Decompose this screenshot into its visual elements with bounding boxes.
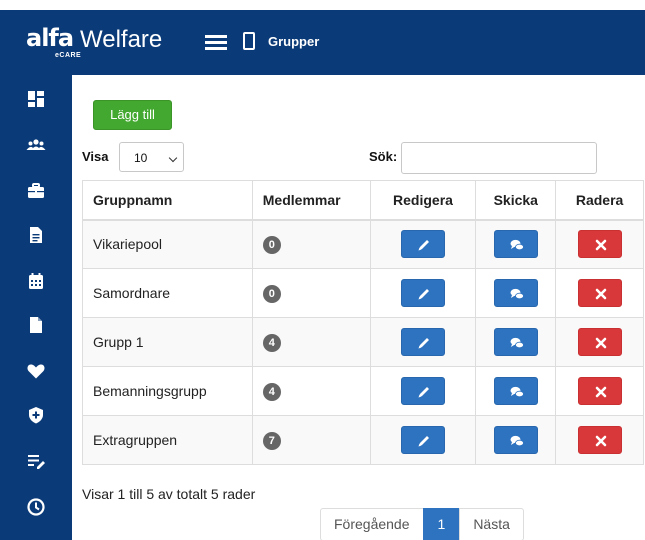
table-info: Visar 1 till 5 av totalt 5 rader xyxy=(82,486,256,502)
show-entries-label: Visa xyxy=(82,149,109,164)
edit-group-button[interactable] xyxy=(400,230,445,259)
send-message-button[interactable] xyxy=(493,328,538,356)
dashboard-icon[interactable] xyxy=(26,89,46,109)
col-header-delete: Radera xyxy=(555,180,644,221)
calendar-icon[interactable] xyxy=(26,271,46,291)
search-input[interactable] xyxy=(401,142,597,174)
delete-cell xyxy=(555,366,644,416)
group-name-cell: Vikariepool xyxy=(82,219,253,269)
sidebar xyxy=(0,75,72,540)
users-icon[interactable] xyxy=(26,135,46,155)
pagination-next-button[interactable]: Nästa xyxy=(459,508,524,540)
edit-cell xyxy=(369,219,477,269)
table-body: Vikariepool 0 Samordnare 0 Grupp 1 4 Bemanning… xyxy=(82,219,644,465)
send-message-button[interactable] xyxy=(493,279,538,307)
members-count-badge: 0 xyxy=(262,284,281,303)
show-entries-value: 10 xyxy=(134,151,148,165)
delete-group-button[interactable] xyxy=(577,377,622,405)
menu-toggle-icon[interactable] xyxy=(205,33,227,51)
pagination-prev-button[interactable]: Föregående xyxy=(320,508,424,540)
mobile-phone-icon xyxy=(243,32,255,50)
pagination-page-1[interactable]: 1 xyxy=(422,508,461,540)
edit-cell xyxy=(369,366,477,416)
clock-icon[interactable] xyxy=(26,497,46,517)
send-cell xyxy=(475,317,557,367)
table-row: Vikariepool 0 xyxy=(82,219,644,269)
delete-group-button[interactable] xyxy=(577,279,622,307)
edit-group-button[interactable] xyxy=(400,279,445,307)
add-group-button[interactable]: Lägg till xyxy=(93,100,172,130)
send-cell xyxy=(475,366,557,416)
members-count-badge: 4 xyxy=(262,333,281,352)
logo-ecare-text: eCARE xyxy=(55,52,82,59)
document-icon[interactable] xyxy=(26,225,46,245)
group-name-cell: Extragruppen xyxy=(82,415,253,465)
members-count-badge: 0 xyxy=(262,235,281,254)
edit-cell xyxy=(369,415,477,465)
page-title: Grupper xyxy=(268,34,320,49)
group-name-cell: Samordnare xyxy=(82,268,253,318)
edit-cell xyxy=(369,317,477,367)
send-message-button[interactable] xyxy=(493,377,538,405)
group-name-cell: Bemanningsgrupp xyxy=(82,366,253,416)
members-cell: 4 xyxy=(251,317,371,367)
table-row: Bemanningsgrupp 4 xyxy=(82,366,644,416)
send-message-button[interactable] xyxy=(493,426,538,454)
members-count-badge: 4 xyxy=(262,382,281,401)
members-count-badge: 7 xyxy=(262,431,281,450)
main-content: Lägg till Visa 10 Sök: Gruppnamn Medlemm… xyxy=(72,75,645,540)
delete-cell xyxy=(555,415,644,465)
col-header-send: Skicka xyxy=(475,180,557,221)
delete-cell xyxy=(555,219,644,269)
heart-icon[interactable] xyxy=(26,361,46,381)
col-header-members[interactable]: Medlemmar xyxy=(251,180,371,221)
delete-group-button[interactable] xyxy=(577,328,622,356)
members-cell: 0 xyxy=(251,268,371,318)
search-label: Sök: xyxy=(369,149,398,164)
edit-group-button[interactable] xyxy=(400,328,445,356)
col-header-edit: Redigera xyxy=(369,180,477,221)
list-edit-icon[interactable] xyxy=(26,451,46,471)
delete-group-button[interactable] xyxy=(577,230,622,259)
members-cell: 0 xyxy=(251,219,371,269)
groups-table: Gruppnamn Medlemmar Redigera Skicka Rade… xyxy=(82,180,644,465)
edit-cell xyxy=(369,268,477,318)
chevron-down-icon xyxy=(168,153,178,163)
table-row: Extragruppen 7 xyxy=(82,415,644,465)
shield-plus-icon[interactable] xyxy=(26,405,46,425)
edit-group-button[interactable] xyxy=(400,377,445,405)
edit-group-button[interactable] xyxy=(400,426,445,454)
col-header-name[interactable]: Gruppnamn xyxy=(82,180,253,221)
send-cell xyxy=(475,415,557,465)
members-cell: 4 xyxy=(251,366,371,416)
table-header-row: Gruppnamn Medlemmar Redigera Skicka Rade… xyxy=(82,180,644,221)
send-cell xyxy=(475,219,557,269)
send-cell xyxy=(475,268,557,318)
send-message-button[interactable] xyxy=(493,230,538,259)
table-row: Samordnare 0 xyxy=(82,268,644,318)
table-row: Grupp 1 4 xyxy=(82,317,644,367)
pagination: Föregående 1 Nästa xyxy=(320,508,524,540)
delete-cell xyxy=(555,268,644,318)
delete-group-button[interactable] xyxy=(577,426,622,454)
briefcase-icon[interactable] xyxy=(26,181,46,201)
logo-welfare-text: Welfare xyxy=(80,26,163,53)
group-name-cell: Grupp 1 xyxy=(82,317,253,367)
delete-cell xyxy=(555,317,644,367)
file-icon[interactable] xyxy=(26,315,46,335)
logo-alfa-text: alfa xyxy=(26,24,74,52)
members-cell: 7 xyxy=(251,415,371,465)
show-entries-select[interactable]: 10 xyxy=(119,142,184,172)
top-gap xyxy=(0,0,645,10)
top-navbar: alfa Welfare eCARE Grupper xyxy=(0,10,645,75)
